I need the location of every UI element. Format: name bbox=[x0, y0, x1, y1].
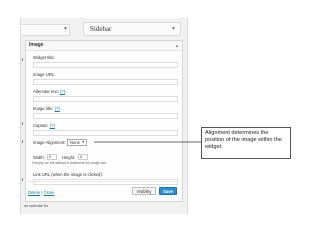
image-title-label-text: Image title: bbox=[33, 106, 54, 111]
height-label: Height: bbox=[62, 155, 76, 160]
chevron-down-icon[interactable]: ▼ bbox=[63, 26, 68, 32]
link-url-label: Link URL (when the image is clicked): bbox=[33, 172, 103, 177]
annotation-callout: Alignment determines the position of the… bbox=[201, 127, 291, 159]
bottom-note-text: ne calendar for bbox=[24, 204, 48, 208]
left-edge-mark bbox=[22, 140, 23, 143]
image-title-label: Image title: (?) bbox=[33, 106, 60, 111]
delete-link[interactable]: Delete bbox=[28, 190, 40, 195]
image-alignment-selected: None bbox=[70, 140, 81, 145]
widget-title-input[interactable] bbox=[33, 62, 178, 68]
left-edge-mark bbox=[22, 178, 23, 181]
widget-title: Image bbox=[29, 42, 44, 48]
visibility-button[interactable]: Visibility bbox=[132, 187, 156, 195]
alternate-text-label-text: Alternate text: bbox=[33, 89, 59, 94]
widget-header[interactable]: Image ▲ bbox=[26, 41, 182, 51]
link-url-input[interactable] bbox=[33, 179, 178, 185]
caption-label-text: Caption: bbox=[33, 123, 49, 128]
chevron-down-icon: ▼ bbox=[81, 140, 85, 144]
chevron-up-icon[interactable]: ▲ bbox=[175, 43, 179, 48]
alternate-text-input[interactable] bbox=[33, 96, 178, 102]
image-widget: Image ▲ Widget title: Image URL: Alterna… bbox=[25, 40, 183, 202]
widget-title-label: Widget title: bbox=[33, 55, 55, 60]
alternate-text-help-link[interactable]: (?) bbox=[60, 89, 65, 94]
widget-footer-links: Delete | Close bbox=[28, 190, 54, 195]
image-alignment-label: Image Alignment: bbox=[33, 140, 66, 145]
caption-input[interactable] bbox=[33, 130, 178, 136]
footer-divider bbox=[25, 181, 175, 182]
caption-label: Caption: (?) bbox=[33, 123, 55, 128]
screenshot-stage: ▼ Sidebar ▼ Image ▲ Widget title: Image … bbox=[0, 0, 320, 240]
save-button[interactable]: Save bbox=[159, 187, 177, 195]
callout-text: Alignment determines the position of the… bbox=[205, 130, 282, 150]
image-title-help-link[interactable]: (?) bbox=[55, 106, 60, 111]
height-input[interactable]: 0 bbox=[78, 154, 88, 160]
image-alignment-select[interactable]: None ▼ bbox=[67, 139, 87, 146]
image-title-input[interactable] bbox=[33, 113, 178, 119]
link-separator: | bbox=[41, 190, 43, 195]
width-input[interactable]: 0 bbox=[47, 154, 57, 160]
left-edge-mark bbox=[22, 58, 23, 61]
width-label: Width: bbox=[33, 155, 45, 160]
chevron-down-icon[interactable]: ▼ bbox=[171, 26, 176, 32]
image-url-input[interactable] bbox=[33, 79, 178, 85]
image-url-label: Image URL: bbox=[33, 72, 56, 77]
alternate-text-label: Alternate text: (?) bbox=[33, 89, 65, 94]
left-edge-mark bbox=[22, 122, 23, 125]
caption-help-link[interactable]: (?) bbox=[50, 123, 55, 128]
size-hint: If empty, we will attempt to determine t… bbox=[32, 161, 107, 165]
callout-connector-line bbox=[94, 141, 201, 143]
sidebar-header[interactable]: Sidebar ▼ bbox=[83, 22, 181, 36]
close-link[interactable]: Close bbox=[44, 190, 55, 195]
widgets-panel: ▼ Sidebar ▼ Image ▲ Widget title: Image … bbox=[20, 18, 188, 214]
sidebar-title: Sidebar bbox=[90, 25, 112, 33]
